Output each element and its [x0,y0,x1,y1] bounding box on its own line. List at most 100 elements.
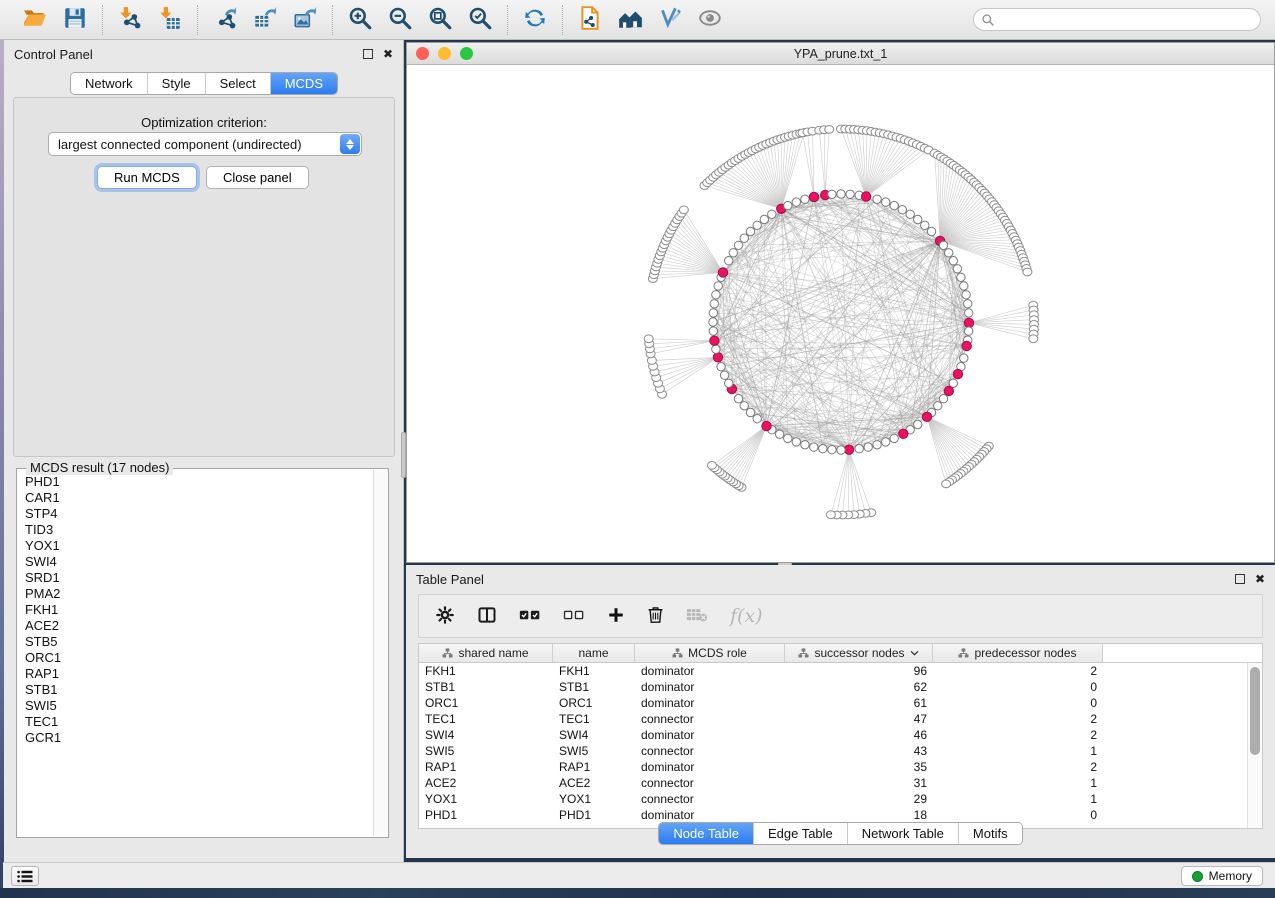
tab-style[interactable]: Style [147,73,205,94]
column-header-predecessor-nodes[interactable]: predecessor nodes [933,644,1103,662]
network-node[interactable] [709,309,717,317]
table-row[interactable]: STB1STB1dominator620 [419,679,1247,695]
leaf-node[interactable] [679,206,688,214]
mcds-node[interactable] [710,336,719,345]
mcds-result-item[interactable]: PHD1 [25,474,373,490]
network-node[interactable] [949,257,957,265]
tab-network[interactable]: Network [71,73,147,94]
table-row[interactable]: SWI5SWI5connector431 [419,743,1247,759]
optimization-criterion-select[interactable]: largest connected component (undirected) [48,132,362,156]
network-node[interactable] [784,434,792,442]
float-panel-icon[interactable] [363,49,373,59]
delete-column-button[interactable] [647,602,664,630]
network-node[interactable] [734,241,742,249]
network-node[interactable] [921,221,929,229]
network-node[interactable] [792,198,800,206]
tab-mcds[interactable]: MCDS [270,73,337,94]
network-node[interactable] [768,210,776,218]
network-node[interactable] [960,354,968,362]
table-row[interactable]: TEC1TEC1connector472 [419,711,1247,727]
mcds-result-item[interactable]: TID3 [25,522,373,538]
export-network-button[interactable] [208,4,242,36]
network-node[interactable] [914,215,922,223]
network-node[interactable] [776,430,784,438]
network-node[interactable] [898,206,906,214]
mcds-result-item[interactable]: TEC1 [25,714,373,730]
import-table-button[interactable] [153,4,187,36]
network-node[interactable] [819,445,827,453]
mcds-result-item[interactable]: STP4 [25,506,373,522]
scrollbar-thumb[interactable] [1250,667,1260,755]
network-node[interactable] [962,291,970,299]
network-node[interactable] [965,309,973,317]
table-row[interactable]: ACE2ACE2connector311 [419,775,1247,791]
network-node[interactable] [712,345,720,353]
save-session-button[interactable] [58,4,92,36]
tab-edge-table[interactable]: Edge Table [753,823,847,844]
network-node[interactable] [725,257,733,265]
column-header-name[interactable]: name [553,644,635,662]
network-node[interactable] [945,249,953,257]
network-node[interactable] [957,273,965,281]
mcds-result-item[interactable]: SWI5 [25,698,373,714]
mcds-result-item[interactable]: FKH1 [25,602,373,618]
network-node[interactable] [810,443,818,451]
network-node[interactable] [873,195,881,203]
mcds-node[interactable] [962,341,971,350]
zoom-fit-button[interactable] [423,4,457,36]
mcds-result-item[interactable]: SRD1 [25,570,373,586]
close-panel-button[interactable]: Close panel [206,166,309,189]
network-node[interactable] [914,420,922,428]
network-node[interactable] [964,300,972,308]
network-node[interactable] [864,443,872,451]
network-node[interactable] [729,249,737,257]
leaf-node[interactable] [825,126,834,134]
mcds-result-list[interactable]: PHD1CAR1STP4TID3YOX1SWI4SRD1PMA2FKH1ACE2… [18,472,373,836]
column-header-successor-nodes[interactable]: successor nodes [785,644,933,662]
zoom-selected-button[interactable] [463,4,497,36]
network-node[interactable] [714,282,722,290]
table-row[interactable]: SWI4SWI4dominator462 [419,727,1247,743]
mcds-result-item[interactable]: YOX1 [25,538,373,554]
eye-button[interactable] [693,4,727,36]
table-row[interactable]: YOX1YOX1connector291 [419,791,1247,807]
network-node[interactable] [873,441,881,449]
network-node[interactable] [720,371,728,379]
mcds-node[interactable] [944,386,953,395]
search-input[interactable] [995,11,1260,29]
leaf-node[interactable] [826,511,835,519]
mcds-node[interactable] [809,192,818,201]
gear-button[interactable] [435,602,455,630]
network-node[interactable] [717,363,725,371]
memory-button[interactable]: Memory [1181,866,1263,886]
network-node[interactable] [939,395,947,403]
open-file-button[interactable] [18,4,52,36]
network-node[interactable] [784,201,792,209]
mcds-node[interactable] [899,429,908,438]
network-node[interactable] [712,291,720,299]
network-canvas[interactable] [407,65,1274,562]
table-row[interactable]: RAP1RAP1dominator352 [419,759,1247,775]
network-node[interactable] [709,318,717,326]
network-node[interactable] [882,438,890,446]
mcds-node[interactable] [844,445,853,454]
network-node[interactable] [710,300,718,308]
table-row[interactable]: FKH1FKH1dominator962 [419,663,1247,679]
network-node[interactable] [837,446,845,454]
network-node[interactable] [740,234,748,242]
network-node[interactable] [792,438,800,446]
network-node[interactable] [939,241,947,249]
network-node[interactable] [828,190,836,198]
run-mcds-button[interactable]: Run MCDS [97,166,197,189]
network-node[interactable] [740,402,748,410]
network-node[interactable] [906,210,914,218]
share-document-button[interactable] [573,4,607,36]
mcds-result-item[interactable]: SWI4 [25,554,373,570]
network-node[interactable] [890,201,898,209]
close-table-panel-icon[interactable]: ✖ [1255,573,1265,585]
network-node[interactable] [828,446,836,454]
network-node[interactable] [753,415,761,423]
zoom-out-button[interactable] [383,4,417,36]
mcds-result-item[interactable]: STB1 [25,682,373,698]
tab-node-table[interactable]: Node Table [659,823,753,844]
